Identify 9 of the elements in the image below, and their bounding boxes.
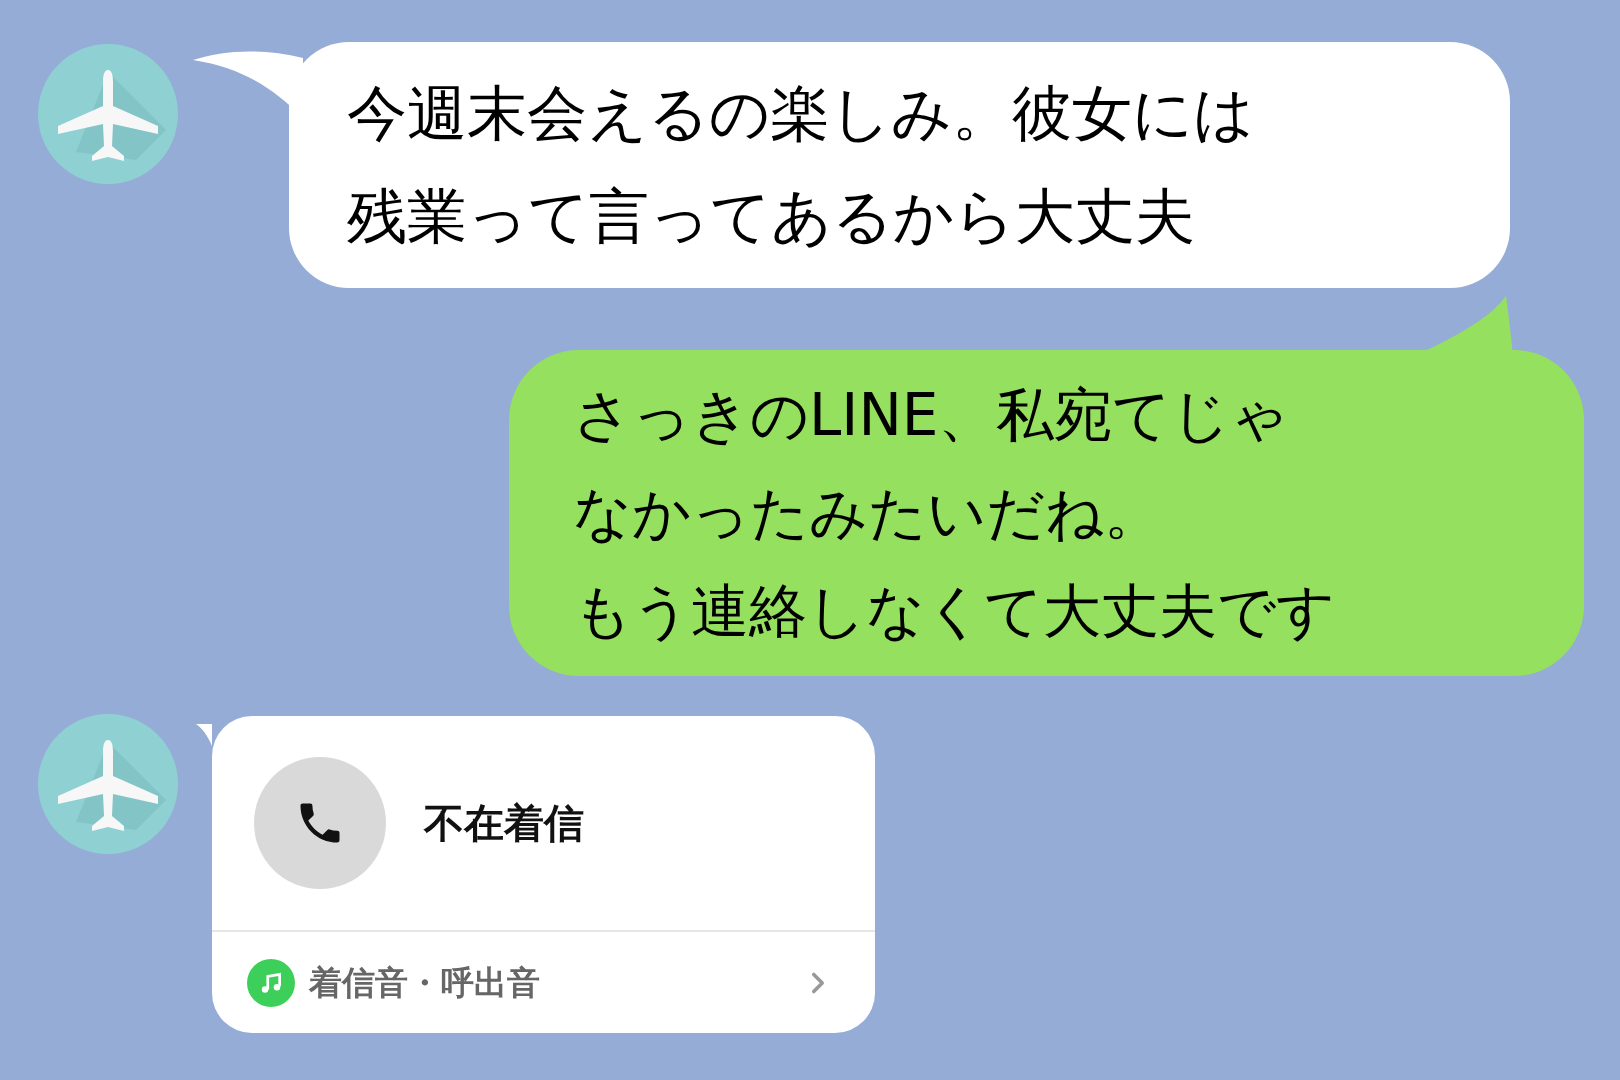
airplane-avatar-icon	[36, 712, 180, 856]
message-text: さっきのLINE、私宛てじゃ なかったみたいだね。 もう連絡しなくて大丈夫です	[573, 380, 1336, 647]
music-note-icon	[247, 958, 295, 1007]
missed-call-card[interactable]: 不在着信 着信音・呼出音	[212, 716, 875, 1033]
message-text: 今週末会えるの楽しみ。彼女には 残業って言ってあるから大丈夫	[347, 77, 1255, 253]
bubble-tail	[196, 724, 212, 746]
airplane-avatar-icon	[36, 42, 180, 186]
call-title: 不在着信	[424, 799, 584, 848]
ringtone-link[interactable]: 着信音・呼出音	[309, 957, 540, 1008]
